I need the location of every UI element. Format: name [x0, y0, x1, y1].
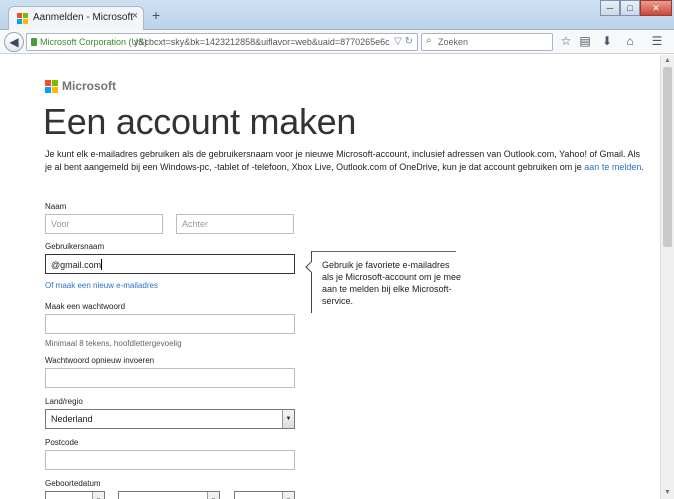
birth-year-select[interactable]: ▼ [234, 491, 295, 499]
scroll-down-icon[interactable]: ▼ [664, 489, 671, 496]
username-label: Gebruikersnaam [45, 242, 105, 251]
tab-close-icon[interactable]: × [132, 10, 138, 22]
close-window-button[interactable]: ✕ [640, 0, 672, 16]
first-name-field[interactable]: Voor [45, 214, 163, 234]
dropdown-arrow-icon: ▼ [282, 410, 294, 428]
scroll-up-icon[interactable]: ▲ [664, 57, 671, 64]
dropdown-arrow-icon: ▼ [282, 492, 294, 499]
address-bar[interactable]: Microsoft Corporation (US) y&cbcxt=sky&b… [26, 33, 418, 51]
dropdown-arrow-icon: ▼ [207, 492, 219, 499]
lock-icon [31, 38, 37, 46]
download-icon[interactable]: ⬇ [599, 34, 615, 48]
country-select[interactable]: Nederland ▼ [45, 409, 295, 429]
password-field[interactable] [45, 314, 295, 334]
name-label: Naam [45, 202, 67, 211]
country-value: Nederland [51, 414, 93, 424]
new-email-link[interactable]: Of maak een nieuw e-mailadres [45, 281, 158, 290]
dropdown-arrow-icon: ▼ [92, 492, 104, 499]
postcode-field[interactable] [45, 450, 295, 470]
scrollbar[interactable]: ▲ ▼ [660, 55, 674, 499]
text-caret [101, 259, 103, 270]
username-value: @gmail.com [51, 260, 102, 270]
menu-icon[interactable]: ☰ [649, 34, 665, 48]
username-field[interactable]: @gmail.com [45, 254, 295, 274]
password-hint: Minimaal 8 tekens, hoofdlettergevoelig [45, 339, 182, 348]
new-tab-button[interactable]: + [152, 8, 160, 22]
birth-month-select[interactable]: ▼ [118, 491, 220, 499]
country-label: Land/regio [45, 397, 83, 406]
bookmarks-list-icon[interactable]: ▤ [577, 34, 593, 48]
title-bar: Aanmelden - Microsoft-acc × + ─ □ ✕ [0, 0, 674, 30]
search-placeholder: Zoeken [438, 37, 469, 47]
sign-in-link[interactable]: aan te melden [584, 162, 641, 172]
tab-title: Aanmelden - Microsoft-acc [33, 12, 133, 23]
page-title: Een account maken [43, 101, 357, 142]
password-label: Maak een wachtwoord [45, 302, 126, 311]
back-button[interactable]: ◀ [4, 32, 24, 52]
tooltip-notch [305, 261, 317, 273]
intro-text: Je kunt elk e-mailadres gebruiken als de… [45, 148, 645, 174]
page-content: Microsoft Een account maken Je kunt elk … [0, 55, 660, 499]
search-bar[interactable]: ⌕ Zoeken [421, 33, 553, 51]
brand-name: Microsoft [62, 79, 116, 93]
scroll-thumb[interactable] [663, 67, 672, 247]
reload-icon[interactable]: ▽ ↻ [394, 36, 413, 47]
intro-end: . [641, 162, 644, 172]
password-repeat-label: Wachtwoord opnieuw invoeren [45, 356, 155, 365]
bookmark-star-icon[interactable]: ☆ [558, 34, 574, 48]
search-icon: ⌕ [426, 35, 432, 46]
postcode-label: Postcode [45, 438, 79, 447]
intro-body: Je kunt elk e-mailadres gebruiken als de… [45, 149, 640, 172]
birthdate-label: Geboortedatum [45, 479, 101, 488]
browser-tab[interactable]: Aanmelden - Microsoft-acc × [8, 6, 144, 30]
microsoft-logo-icon [45, 80, 58, 93]
navigation-bar: ◀ Microsoft Corporation (US) y&cbcxt=sky… [0, 30, 674, 54]
microsoft-favicon-icon [17, 13, 28, 24]
url-text[interactable]: y&cbcxt=sky&bk=1423212858&uiflavor=web&u… [134, 37, 390, 47]
birth-day-select[interactable]: ▼ [45, 491, 105, 499]
tooltip-text: Gebruik je favoriete e-mailadres als je … [322, 260, 462, 306]
home-icon[interactable]: ⌂ [622, 34, 638, 48]
last-name-field[interactable]: Achter [176, 214, 294, 234]
username-tooltip: Gebruik je favoriete e-mailadres als je … [305, 251, 461, 313]
site-identity[interactable]: Microsoft Corporation (US) [40, 37, 147, 47]
password-repeat-field[interactable] [45, 368, 295, 388]
minimize-button[interactable]: ─ [600, 0, 620, 16]
maximize-button[interactable]: □ [620, 0, 640, 16]
